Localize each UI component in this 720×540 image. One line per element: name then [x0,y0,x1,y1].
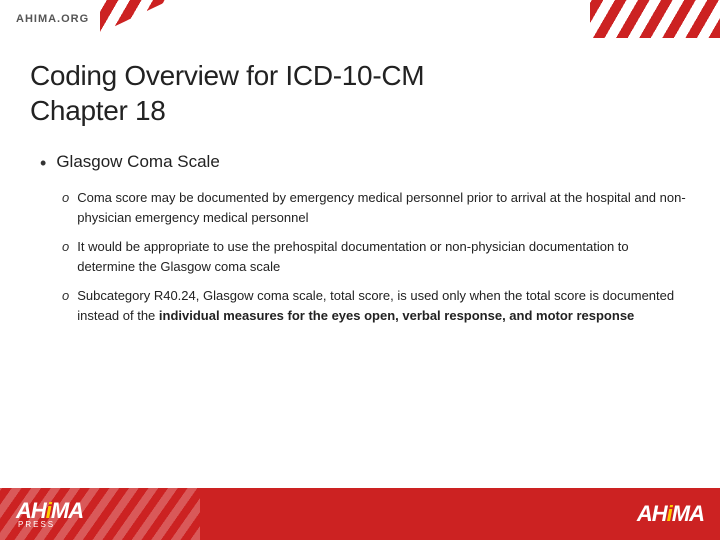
sub-bullet-marker-1: o [62,190,69,205]
header-bar: AHIMA.ORG [0,0,720,38]
sub-bullet-marker-2: o [62,239,69,254]
main-content: Coding Overview for ICD-10-CM Chapter 18… [0,38,720,488]
sub-bullet-marker-3: o [62,288,69,303]
sub-bullet-text-2: It would be appropriate to use the preho… [77,237,690,276]
footer-logo-ma: MA [51,498,83,523]
footer-logo-right: AHiMA [637,503,704,525]
main-bullet-dot: • [40,153,46,174]
footer-logo-right-text: AHiMA [637,503,704,525]
sub-bullet-text-1: Coma score may be documented by emergenc… [77,188,690,227]
footer-logo-left: AHiMA PRESS [16,500,83,529]
sub-bullet-text-3: Subcategory R40.24, Glasgow coma scale, … [77,286,690,325]
sub-bullet-text-3-bold: individual measures for the eyes open, v… [159,308,634,323]
slide-title: Coding Overview for ICD-10-CM Chapter 18 [30,58,690,128]
footer-logo-right-ah: AH [637,501,667,526]
sub-bullet-2: o It would be appropriate to use the pre… [62,237,690,276]
footer-logo-right-ma: MA [672,501,704,526]
footer-logo-left-text: AHiMA [16,500,83,522]
main-bullet-text: Glasgow Coma Scale [56,152,219,172]
header-logo: AHIMA.ORG [16,13,89,25]
header-white-overlay [90,0,590,38]
sub-bullets: o Coma score may be documented by emerge… [62,188,690,325]
bullet-section: • Glasgow Coma Scale o Coma score may be… [40,152,690,325]
sub-bullet-1: o Coma score may be documented by emerge… [62,188,690,227]
sub-bullet-3: o Subcategory R40.24, Glasgow coma scale… [62,286,690,325]
main-bullet: • Glasgow Coma Scale [40,152,690,174]
footer-bar: AHiMA PRESS AHiMA [0,488,720,540]
footer-press-text: PRESS [18,520,55,529]
